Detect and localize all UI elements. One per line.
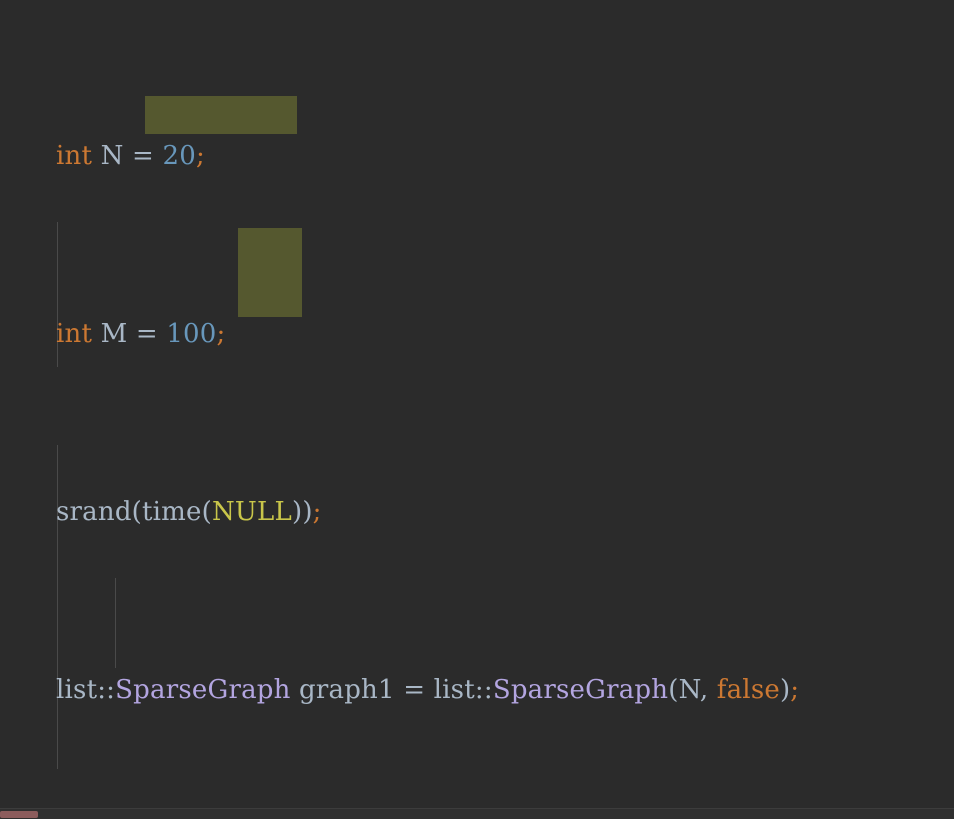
token-argument: N, <box>678 674 717 705</box>
code-content[interactable]: int N = 20; int M = 100; srand(time(NULL… <box>0 0 954 808</box>
token-paren: ( <box>131 496 143 527</box>
code-line[interactable]: list::SparseGraph graph1 = list::SparseG… <box>0 668 954 713</box>
token-keyword-false: false <box>716 674 780 705</box>
horizontal-scrollbar-thumb[interactable] <box>0 811 38 818</box>
token-keyword: int <box>56 318 93 349</box>
token-keyword: int <box>56 140 93 171</box>
token-number: 100 <box>166 318 217 349</box>
token-namespace: list:: <box>433 674 493 705</box>
token-variable: graph1 = <box>290 674 434 705</box>
token-semicolon: ; <box>216 318 226 349</box>
code-line[interactable]: srand(time(NULL)); <box>0 490 954 535</box>
code-line[interactable]: int M = 100; <box>0 312 954 357</box>
code-editor[interactable]: int N = 20; int M = 100; srand(time(NULL… <box>0 0 954 819</box>
token-semicolon: ; <box>312 496 322 527</box>
occurrence-highlight-rand <box>238 228 302 317</box>
indent-guide-level2 <box>115 578 116 668</box>
token-class-name: SparseGraph <box>492 674 669 705</box>
code-line[interactable]: int N = 20; <box>0 134 954 179</box>
token-function-time: time <box>142 496 202 527</box>
token-paren: ) <box>291 496 303 527</box>
horizontal-scrollbar[interactable] <box>0 808 954 819</box>
token-namespace: list:: <box>56 674 116 705</box>
token-text: M = <box>92 318 167 349</box>
token-paren: ( <box>668 674 679 705</box>
token-macro-null: NULL <box>211 496 292 527</box>
token-paren: ( <box>201 496 212 527</box>
token-semicolon: ; <box>195 140 205 171</box>
token-number: 20 <box>162 140 196 171</box>
token-semicolon: ; <box>790 674 800 705</box>
token-class-name: SparseGraph <box>115 674 291 705</box>
token-text: N = <box>92 140 163 171</box>
token-paren: ) <box>779 674 791 705</box>
token-paren: ) <box>302 496 313 527</box>
occurrence-highlight-time-null <box>145 96 297 134</box>
token-function-srand: srand <box>56 496 132 527</box>
